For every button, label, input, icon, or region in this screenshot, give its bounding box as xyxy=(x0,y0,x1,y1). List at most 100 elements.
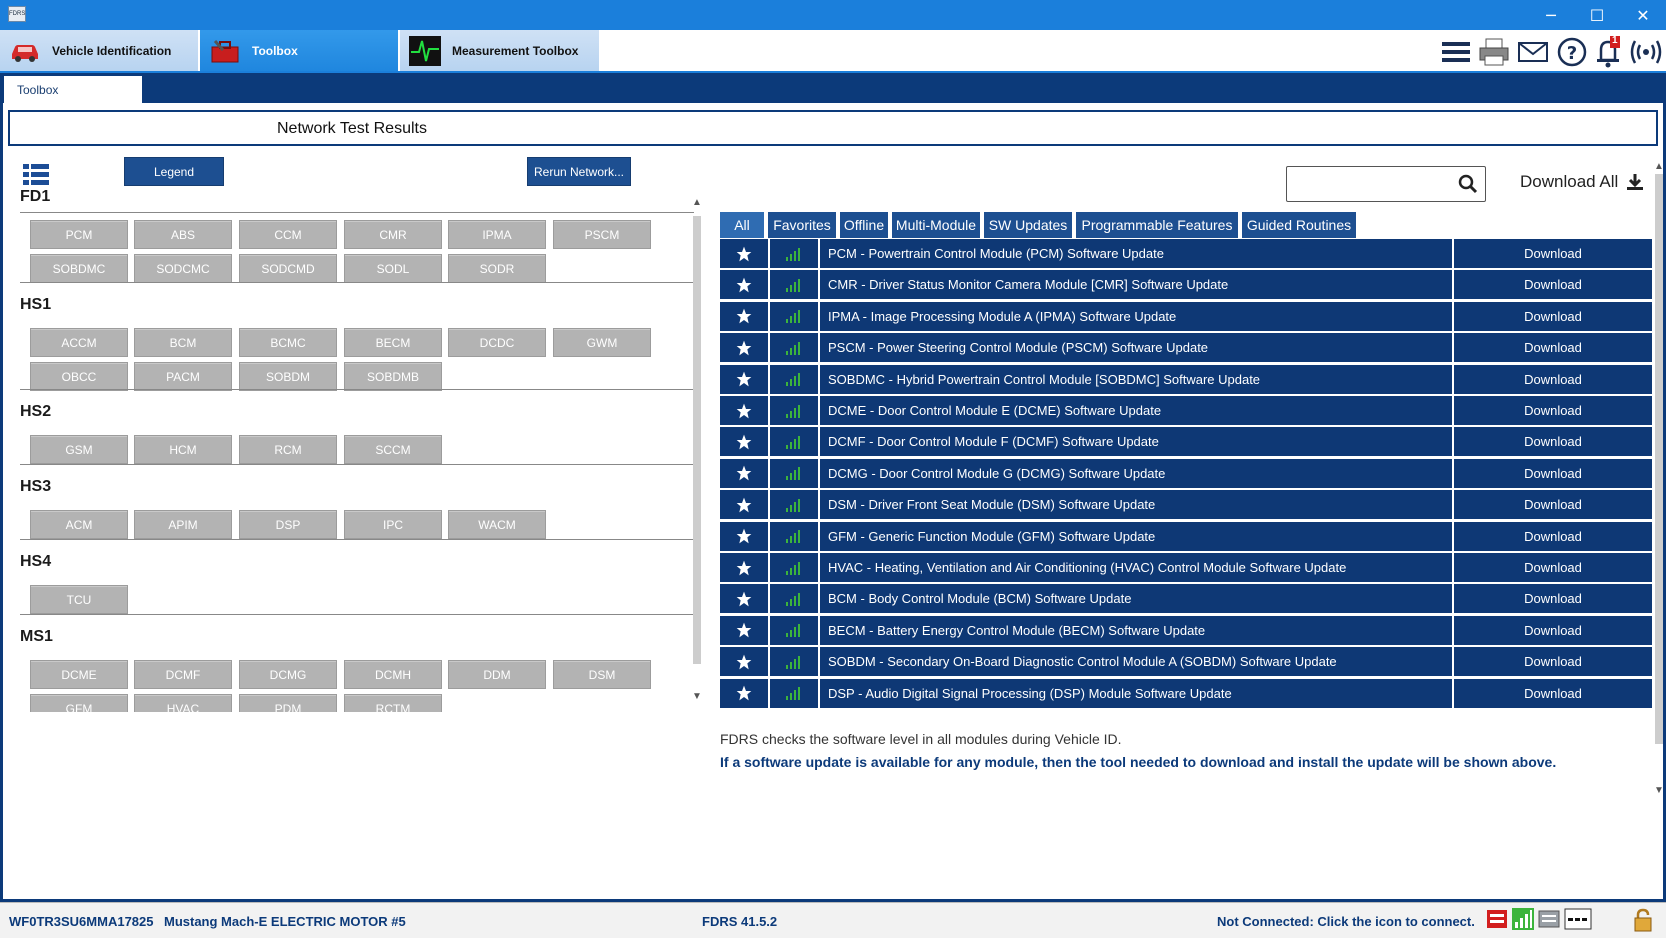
table-row[interactable]: DCMG - Door Control Module G (DCMG) Soft… xyxy=(720,458,1652,489)
table-row[interactable]: SOBDM - Secondary On-Board Diagnostic Co… xyxy=(720,647,1652,677)
minimize-button[interactable]: ─ xyxy=(1528,0,1574,30)
module-button[interactable]: IPC xyxy=(344,510,442,539)
module-button[interactable]: PCM xyxy=(30,220,128,249)
module-button[interactable]: SOBDM xyxy=(239,362,337,391)
update-description[interactable]: CMR - Driver Status Monitor Camera Modul… xyxy=(820,270,1452,300)
update-description[interactable]: GFM - Generic Function Module (GFM) Soft… xyxy=(820,521,1452,551)
module-button[interactable]: BCM xyxy=(134,328,232,357)
table-row[interactable]: BCM - Body Control Module (BCM) Software… xyxy=(720,584,1652,614)
filter-tab[interactable]: Programmable Features xyxy=(1076,212,1240,238)
wireless-icon[interactable] xyxy=(1628,36,1664,68)
module-button[interactable]: ACCM xyxy=(30,328,128,357)
download-button[interactable]: Download xyxy=(1454,333,1652,363)
module-button[interactable]: PDM xyxy=(239,694,337,712)
connection-dash-icon[interactable] xyxy=(1564,908,1592,930)
close-button[interactable]: ✕ xyxy=(1620,0,1666,30)
favorite-star-icon[interactable] xyxy=(720,396,768,425)
module-button[interactable]: DSM xyxy=(553,660,651,689)
favorite-star-icon[interactable] xyxy=(720,301,768,331)
download-button[interactable]: Download xyxy=(1454,270,1652,300)
download-button[interactable]: Download xyxy=(1454,490,1652,520)
update-description[interactable]: DCME - Door Control Module E (DCME) Soft… xyxy=(820,396,1452,425)
favorite-star-icon[interactable] xyxy=(720,364,768,394)
favorite-star-icon[interactable] xyxy=(720,521,768,551)
table-row[interactable]: SOBDMC - Hybrid Powertrain Control Modul… xyxy=(720,364,1652,395)
lock-icon[interactable] xyxy=(1632,908,1654,932)
module-button[interactable]: SOBDMB xyxy=(344,362,442,391)
download-button[interactable]: Download xyxy=(1454,396,1652,425)
table-row[interactable]: BECM - Battery Energy Control Module (BE… xyxy=(720,615,1652,646)
table-row[interactable]: PSCM - Power Steering Control Module (PS… xyxy=(720,333,1652,363)
table-row[interactable]: DSP - Audio Digital Signal Processing (D… xyxy=(720,678,1652,709)
favorite-star-icon[interactable] xyxy=(720,427,768,457)
update-description[interactable]: SOBDM - Secondary On-Board Diagnostic Co… xyxy=(820,647,1452,677)
filter-tab[interactable]: SW Updates xyxy=(984,212,1074,238)
favorite-star-icon[interactable] xyxy=(720,239,768,268)
legend-button[interactable]: Legend xyxy=(124,157,224,186)
download-button[interactable]: Download xyxy=(1454,427,1652,457)
module-button[interactable]: DCMG xyxy=(239,660,337,689)
favorite-star-icon[interactable] xyxy=(720,615,768,645)
update-description[interactable]: PSCM - Power Steering Control Module (PS… xyxy=(820,333,1452,363)
module-button[interactable]: ACM xyxy=(30,510,128,539)
update-description[interactable]: PCM - Powertrain Control Module (PCM) So… xyxy=(820,239,1452,268)
module-button[interactable]: SODCMC xyxy=(134,254,232,283)
update-description[interactable]: BECM - Battery Energy Control Module (BE… xyxy=(820,615,1452,645)
module-button[interactable]: GSM xyxy=(30,435,128,464)
download-button[interactable]: Download xyxy=(1454,239,1652,268)
update-description[interactable]: SOBDMC - Hybrid Powertrain Control Modul… xyxy=(820,364,1452,394)
subtab-toolbox[interactable]: Toolbox xyxy=(4,76,142,103)
download-all-button[interactable]: Download All xyxy=(1520,172,1644,192)
table-row[interactable]: DCMF - Door Control Module F (DCMF) Soft… xyxy=(720,427,1652,457)
table-row[interactable]: DSM - Driver Front Seat Module (DSM) Sof… xyxy=(720,490,1652,520)
download-button[interactable]: Download xyxy=(1454,458,1652,488)
module-button[interactable]: TCU xyxy=(30,585,128,614)
module-button[interactable]: ABS xyxy=(134,220,232,249)
module-button[interactable]: PACM xyxy=(134,362,232,391)
download-button[interactable]: Download xyxy=(1454,615,1652,645)
update-description[interactable]: HVAC - Heating, Ventilation and Air Cond… xyxy=(820,553,1452,582)
tab-toolbox[interactable]: Toolbox xyxy=(200,30,400,72)
module-button[interactable]: HCM xyxy=(134,435,232,464)
table-row[interactable]: DCME - Door Control Module E (DCME) Soft… xyxy=(720,396,1652,426)
scroll-up-icon[interactable]: ▲ xyxy=(1652,160,1666,174)
scroll-down-icon[interactable]: ▼ xyxy=(690,690,704,704)
device-icon[interactable] xyxy=(1538,908,1560,930)
scroll-thumb[interactable] xyxy=(693,216,701,664)
module-button[interactable]: IPMA xyxy=(448,220,546,249)
module-button[interactable]: DCDC xyxy=(448,328,546,357)
favorite-star-icon[interactable] xyxy=(720,490,768,520)
favorite-star-icon[interactable] xyxy=(720,584,768,614)
update-description[interactable]: DSP - Audio Digital Signal Processing (D… xyxy=(820,678,1452,708)
module-button[interactable]: SOBDMC xyxy=(30,254,128,283)
left-scrollbar[interactable]: ▲ ▼ xyxy=(690,196,704,706)
printer-icon[interactable] xyxy=(1478,36,1510,68)
update-description[interactable]: BCM - Body Control Module (BCM) Software… xyxy=(820,584,1452,614)
tab-vehicle-identification[interactable]: Vehicle Identification xyxy=(0,30,200,72)
filter-tab[interactable]: All xyxy=(720,212,766,238)
help-icon[interactable]: ? xyxy=(1556,36,1588,68)
module-button[interactable]: DCMF xyxy=(134,660,232,689)
update-description[interactable]: DCMG - Door Control Module G (DCMG) Soft… xyxy=(820,458,1452,488)
module-button[interactable]: GFM xyxy=(30,694,128,712)
menu-icon[interactable] xyxy=(1440,36,1472,68)
table-row[interactable]: PCM - Powertrain Control Module (PCM) So… xyxy=(720,239,1652,269)
bell-icon[interactable]: 1 xyxy=(1592,35,1624,68)
module-button[interactable]: HVAC xyxy=(134,694,232,712)
module-button[interactable]: SODL xyxy=(344,254,442,283)
module-button[interactable]: SODCMD xyxy=(239,254,337,283)
signal-strength-icon[interactable] xyxy=(1512,908,1534,930)
favorite-star-icon[interactable] xyxy=(720,270,768,300)
table-row[interactable]: HVAC - Heating, Ventilation and Air Cond… xyxy=(720,553,1652,583)
list-view-icon[interactable] xyxy=(23,163,49,185)
filter-tab[interactable]: Offline xyxy=(840,212,890,238)
module-button[interactable]: SCCM xyxy=(344,435,442,464)
download-button[interactable]: Download xyxy=(1454,584,1652,614)
table-row[interactable]: CMR - Driver Status Monitor Camera Modul… xyxy=(720,270,1652,300)
module-button[interactable]: DCMH xyxy=(344,660,442,689)
filter-tab[interactable]: Guided Routines xyxy=(1242,212,1358,238)
module-button[interactable]: CCM xyxy=(239,220,337,249)
module-button[interactable]: PSCM xyxy=(553,220,651,249)
search-input[interactable] xyxy=(1286,166,1486,202)
module-button[interactable]: DDM xyxy=(448,660,546,689)
